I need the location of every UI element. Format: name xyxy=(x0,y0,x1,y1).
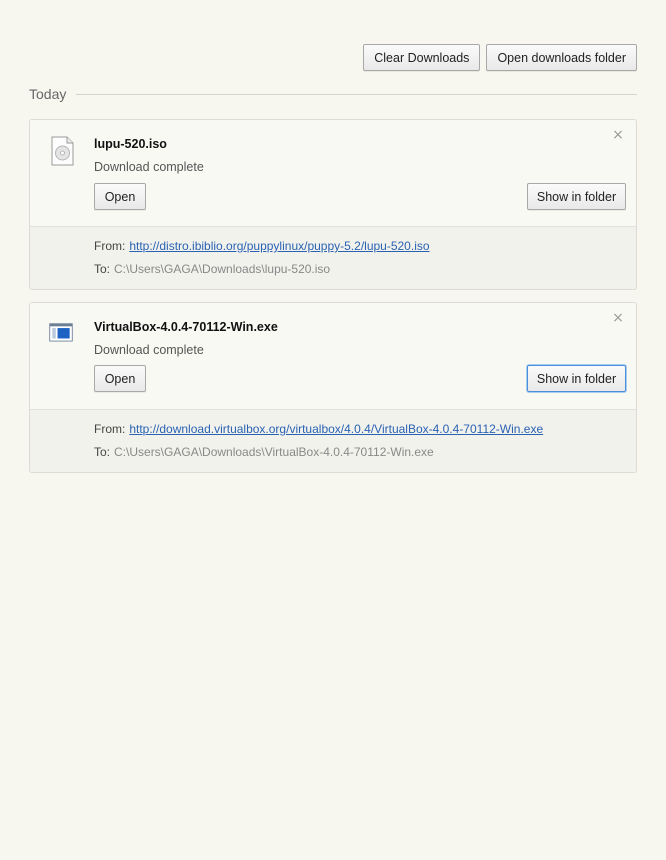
download-status: Download complete xyxy=(94,343,204,357)
downloads-toolbar: Clear Downloads Open downloads folder xyxy=(363,44,637,71)
source-url-link[interactable]: http://download.virtualbox.org/virtualbo… xyxy=(129,422,543,436)
section-title: Today xyxy=(29,86,67,102)
open-downloads-folder-button[interactable]: Open downloads folder xyxy=(486,44,637,71)
from-label: From: xyxy=(94,239,126,253)
source-row: From: http://distro.ibiblio.org/puppylinu… xyxy=(94,239,430,253)
source-row: From: http://download.virtualbox.org/virt… xyxy=(94,422,543,436)
file-name: VirtualBox-4.0.4-70112-Win.exe xyxy=(94,320,278,334)
download-item-summary: VirtualBox-4.0.4-70112-Win.exe Download … xyxy=(30,303,636,410)
destination-path: C:\Users\GAGA\Downloads\lupu-520.iso xyxy=(114,262,331,276)
destination-row: To: C:\Users\GAGA\Downloads\VirtualBox-4.… xyxy=(94,445,434,459)
from-label: From: xyxy=(94,422,126,436)
application-window-icon xyxy=(49,323,73,342)
download-item: lupu-520.iso Download complete Open Show… xyxy=(29,119,637,290)
download-item-details: From: http://distro.ibiblio.org/puppylinu… xyxy=(30,227,636,289)
source-url-link[interactable]: http://distro.ibiblio.org/puppylinux/pup… xyxy=(129,239,429,253)
file-name: lupu-520.iso xyxy=(94,137,167,151)
show-in-folder-button[interactable]: Show in folder xyxy=(527,183,626,210)
download-item: VirtualBox-4.0.4-70112-Win.exe Download … xyxy=(29,302,637,473)
open-file-button[interactable]: Open xyxy=(94,365,146,392)
open-file-button[interactable]: Open xyxy=(94,183,146,210)
clear-downloads-button[interactable]: Clear Downloads xyxy=(363,44,481,71)
section-header-today: Today xyxy=(29,86,637,102)
download-item-details: From: http://download.virtualbox.org/virt… xyxy=(30,410,636,472)
section-divider xyxy=(76,93,637,95)
download-item-summary: lupu-520.iso Download complete Open Show… xyxy=(30,120,636,227)
destination-row: To: C:\Users\GAGA\Downloads\lupu-520.iso xyxy=(94,262,330,276)
to-label: To: xyxy=(94,445,111,459)
show-in-folder-button[interactable]: Show in folder xyxy=(527,365,626,392)
destination-path: C:\Users\GAGA\Downloads\VirtualBox-4.0.4… xyxy=(114,445,434,459)
remove-download-close-icon[interactable]: × xyxy=(611,128,625,142)
remove-download-close-icon[interactable]: × xyxy=(611,311,625,325)
disc-file-icon xyxy=(51,136,74,166)
download-status: Download complete xyxy=(94,160,204,174)
to-label: To: xyxy=(94,262,111,276)
